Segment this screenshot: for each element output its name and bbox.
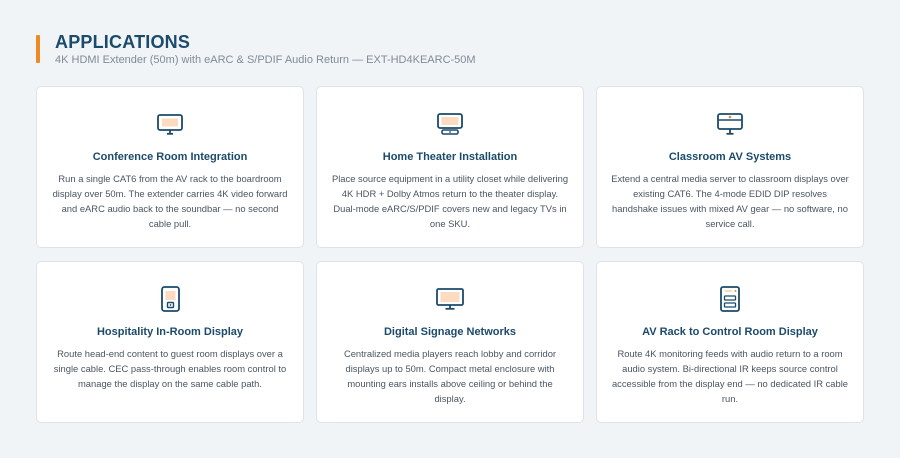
applications-grid: Conference Room Integration Run a single… [36, 86, 864, 423]
monitor-icon [157, 114, 183, 135]
presentation-screen-icon [717, 113, 743, 135]
application-card-av-rack: AV Rack to Control Room Display Route 4K… [596, 261, 864, 423]
card-title: Classroom AV Systems [668, 151, 792, 163]
card-description: Centralized media players reach lobby an… [343, 348, 557, 404]
card-description: Place source equipment in a utility clos… [331, 173, 569, 229]
signage-display-icon [436, 288, 464, 310]
tv-soundbar-icon [437, 113, 463, 135]
card-title: Home Theater Installation [382, 151, 518, 163]
card-title: AV Rack to Control Room Display [642, 326, 818, 338]
application-card-hospitality: Hospitality In-Room Display Route head-e… [36, 261, 304, 423]
card-description: Route head-end content to guest room dis… [53, 348, 287, 389]
card-title: Conference Room Integration [92, 151, 248, 163]
accent-bar [36, 35, 40, 63]
application-card-digital-signage: Digital Signage Networks Centralized med… [316, 261, 584, 423]
page-title: APPLICATIONS [55, 32, 191, 52]
card-description: Extend a central media server to classro… [611, 173, 849, 229]
tablet-icon [161, 286, 180, 312]
application-card-classroom: Classroom AV Systems Extend a central me… [596, 86, 864, 248]
card-description: Route 4K monitoring feeds with audio ret… [611, 348, 849, 404]
server-rack-icon [720, 286, 740, 312]
page-subtitle: 4K HDMI Extender (50m) with eARC & S/PDI… [55, 54, 476, 66]
application-card-home-theater: Home Theater Installation Place source e… [316, 86, 584, 248]
application-card-conference-room: Conference Room Integration Run a single… [36, 86, 304, 248]
card-title: Hospitality In-Room Display [96, 326, 244, 338]
card-title: Digital Signage Networks [383, 326, 517, 338]
card-description: Run a single CAT6 from the AV rack to th… [52, 173, 288, 229]
